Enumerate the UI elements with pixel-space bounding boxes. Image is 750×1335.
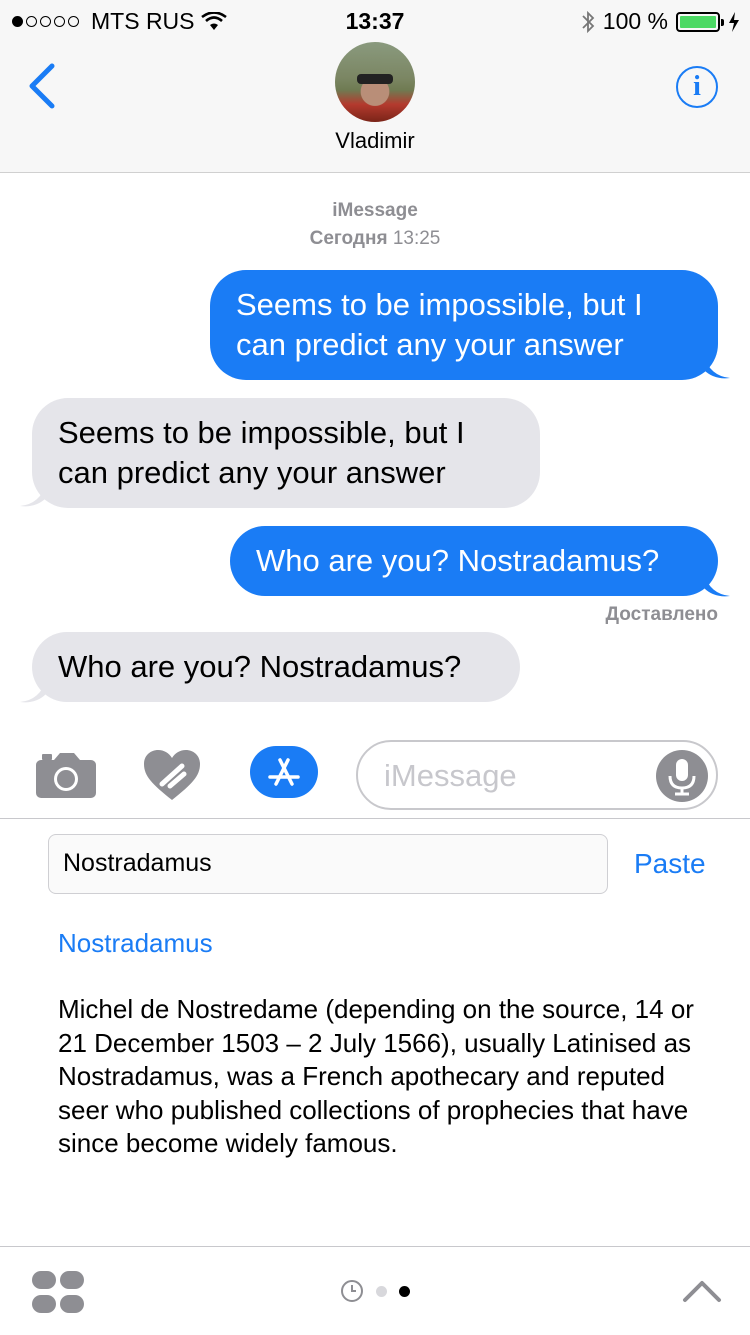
timestamp-header: Сегодня 13:25: [0, 228, 750, 250]
page-indicator[interactable]: [340, 1279, 410, 1303]
message-bubble-incoming[interactable]: Seems to be impossible, but I can predic…: [32, 398, 540, 508]
info-icon[interactable]: i: [676, 66, 718, 108]
app-store-glyph: [268, 758, 300, 786]
result-description: Michel de Nostredame (depending on the s…: [58, 994, 694, 1158]
digital-touch-heart-icon[interactable]: [142, 748, 202, 802]
contact-name[interactable]: Vladimir: [0, 128, 750, 154]
battery-icon: [676, 11, 724, 32]
date-label: Сегодня: [309, 228, 388, 249]
message-bubble-incoming[interactable]: Who are you? Nostradamus?: [32, 632, 520, 702]
page-dot-active[interactable]: [399, 1285, 410, 1297]
bubble-tail: [20, 680, 46, 703]
chevron-up-icon[interactable]: [682, 1279, 722, 1303]
app-drawer-icon[interactable]: [32, 1271, 84, 1313]
result-title-link[interactable]: Nostradamus: [58, 928, 213, 959]
microphone-glyph: [668, 759, 696, 796]
back-chevron-icon[interactable]: [24, 62, 64, 110]
imessage-placeholder: iMessage: [384, 758, 517, 793]
charging-bolt-icon: [729, 11, 739, 32]
lookup-search-input[interactable]: Nostradamus: [48, 834, 608, 894]
bluetooth-icon: [582, 10, 595, 33]
app-store-icon[interactable]: [250, 746, 318, 798]
imessage-input[interactable]: iMessage: [356, 740, 718, 810]
message-input-bar: iMessage: [0, 730, 750, 819]
bubble-tail: [704, 356, 730, 379]
recents-clock-icon[interactable]: [340, 1279, 364, 1303]
battery-percent: 100 %: [602, 8, 668, 34]
delivered-status: Доставлено: [605, 604, 718, 625]
paste-button[interactable]: Paste: [634, 848, 706, 880]
date-time: 13:25: [392, 228, 441, 249]
camera-icon[interactable]: [36, 750, 96, 798]
contact-avatar[interactable]: [335, 42, 415, 122]
message-bubble-outgoing[interactable]: Seems to be impossible, but I can predic…: [210, 270, 718, 380]
battery-fill: [680, 15, 716, 28]
bubble-tail: [20, 484, 46, 507]
bubble-tail: [704, 574, 730, 597]
message-bubble-outgoing[interactable]: Who are you? Nostradamus?: [230, 526, 718, 596]
lookup-search-value: Nostradamus: [63, 849, 212, 877]
microphone-icon[interactable]: [656, 750, 708, 802]
status-bar: MTS RUS 13:37 100 %: [0, 0, 750, 40]
status-right-group: 100 %: [581, 8, 740, 35]
app-drawer-bar: [0, 1246, 750, 1335]
page-dot[interactable]: [376, 1285, 387, 1297]
service-label: iMessage: [332, 200, 418, 221]
avatar-photo-detail: [357, 74, 393, 84]
